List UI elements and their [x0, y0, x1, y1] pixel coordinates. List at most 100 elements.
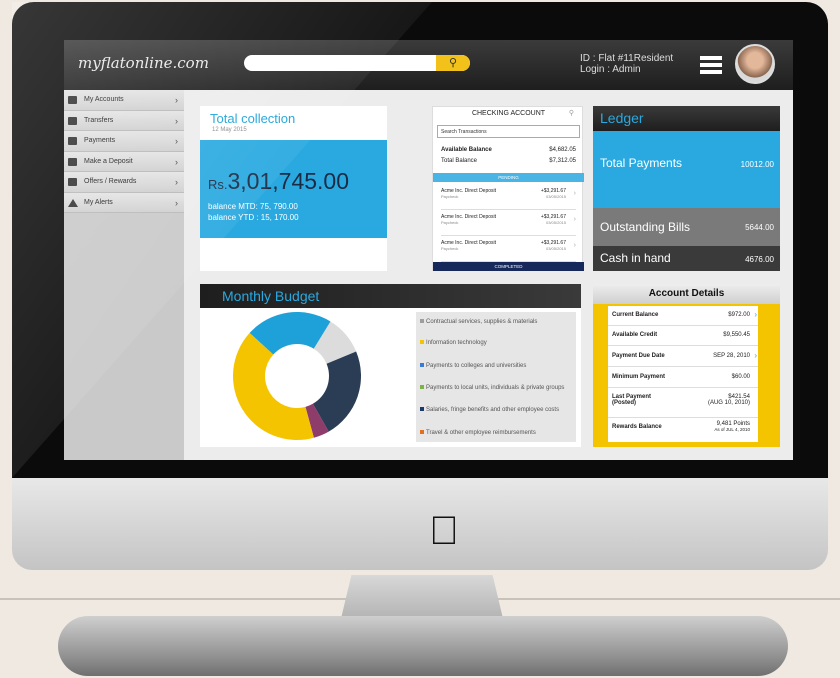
transaction-row[interactable]: Acme Inc. Direct Deposit Paycheck +$3,29… — [441, 236, 576, 262]
chevron-right-icon: › — [175, 177, 178, 187]
sidebar-item-offers-rewards[interactable]: Offers / Rewards › — [64, 172, 184, 193]
detail-row-current-balance[interactable]: Current Balance $972.00 › — [608, 306, 758, 326]
top-bar: myflatonline.com ⚲ ID : Flat #11Resident… — [64, 40, 793, 90]
chevron-right-icon: › — [573, 190, 576, 197]
desktop-scene:  myflatonline.com ⚲ ID : Flat #11Reside… — [0, 0, 840, 678]
detail-value: $9,550.45 — [723, 332, 750, 338]
sidebar-item-label: Payments — [84, 137, 116, 144]
ledger-label: Total Payments — [600, 156, 683, 170]
chevron-right-icon: › — [573, 216, 576, 223]
legend-label: Payments to colleges and universities — [426, 363, 527, 369]
detail-label: Current Balance — [612, 312, 659, 318]
card-date: 12 May 2015 — [212, 127, 247, 133]
ledger-row-outstanding-bills: Outstanding Bills 5644.00 — [593, 208, 780, 246]
ledger-label: Outstanding Bills — [600, 220, 691, 234]
balance-ytd: balance YTD : 15, 170.00 — [208, 213, 299, 222]
budget-donut-chart — [233, 312, 361, 440]
brand-logo[interactable]: myflatonline.com — [78, 54, 209, 72]
detail-label: Available Credit — [612, 332, 658, 338]
sidebar-item-payments[interactable]: Payments › — [64, 131, 184, 152]
chevron-right-icon: › — [175, 95, 178, 105]
chevron-right-icon: › — [175, 156, 178, 167]
legend-item: Contractual services, supplies & materia… — [420, 318, 574, 326]
transaction-date: 03/05/2015 — [545, 194, 566, 199]
transaction-amount-block: +$3,291.67 03/05/2015 — [541, 188, 566, 199]
transfer-icon — [68, 116, 77, 125]
checking-account-card: CHECKING ACCOUNT ⚲ Search Transactions A… — [432, 106, 584, 271]
pending-header: PENDING — [433, 173, 584, 182]
transaction-row[interactable]: Acme Inc. Direct Deposit Paycheck +$3,29… — [441, 210, 576, 236]
card-title: Account Details — [593, 284, 780, 304]
account-details-card: Account Details Current Balance $972.00 › … — [593, 284, 780, 447]
chevron-right-icon: › — [175, 115, 178, 126]
legend-label: Travel & other employee reimbursements — [426, 430, 536, 436]
legend-item: Payments to colleges and universities — [420, 362, 574, 370]
collection-panel: Rs.3,01,745.00 balance MTD: 75, 790.00 b… — [200, 140, 387, 238]
budget-legend: Contractual services, supplies & materia… — [416, 312, 576, 442]
total-balance-row: Total Balance $7,312.05 — [441, 158, 576, 164]
sidebar-item-make-a-deposit[interactable]: Make a Deposit › — [64, 151, 184, 172]
transaction-amount-block: +$3,291.67 03/05/2015 — [541, 240, 566, 251]
user-login: Login : Admin — [580, 64, 641, 75]
legend-item: Travel & other employee reimbursements — [420, 429, 574, 437]
avatar[interactable] — [735, 44, 775, 84]
detail-row-minimum-payment: Minimum Payment $60.00 — [608, 367, 758, 388]
currency-label: Rs. — [208, 177, 228, 192]
card-title: Ledger — [593, 106, 780, 131]
sidebar-item-label: My Alerts — [84, 198, 113, 206]
search-icon[interactable]: ⚲ — [569, 109, 574, 117]
user-info: ID : Flat #11Resident Login : Admin — [580, 53, 673, 75]
ledger-row-total-payments: Total Payments 10012.00 — [593, 131, 780, 208]
payments-icon — [68, 137, 77, 145]
ledger-value: 10012.00 — [740, 160, 774, 169]
detail-sub: (AUG 10, 2010) — [707, 400, 750, 406]
available-balance-value: $4,682.05 — [549, 147, 576, 153]
monthly-budget-card: Monthly Budget Contractual services, sup… — [200, 284, 581, 447]
chevron-right-icon: › — [754, 310, 757, 319]
detail-value-block: 9,481 Points As of JUL 4, 2010 — [714, 421, 750, 432]
search-icon[interactable]: ⚲ — [436, 55, 470, 71]
sidebar-item-label: Transfers — [84, 116, 114, 124]
legend-label: Salaries, fringe benefits and other empl… — [426, 407, 560, 413]
card-title: Total collection — [210, 111, 296, 126]
legend-item: Information technology — [420, 339, 574, 347]
account-details-list: Current Balance $972.00 › Available Credit… — [608, 306, 758, 442]
detail-value: SEP 28, 2010 — [713, 353, 750, 359]
screen: myflatonline.com ⚲ ID : Flat #11Resident… — [64, 40, 793, 460]
total-collection-card: Total collection 12 May 2015 Rs.3,01,745… — [200, 106, 387, 271]
sidebar: My Accounts › Transfers › Payments › Make a… — [64, 90, 184, 460]
balance-mtd: balance MTD: 75, 790.00 — [208, 202, 298, 211]
legend-label: Information technology — [426, 340, 487, 346]
available-balance-label: Available Balance — [441, 147, 492, 153]
sidebar-item-transfers[interactable]: Transfers › — [64, 110, 184, 131]
total-balance-label: Total Balance — [441, 158, 478, 164]
transaction-date: 03/05/2015 — [545, 246, 566, 251]
deposit-icon — [68, 157, 77, 166]
completed-header: COMPLETED — [433, 262, 584, 271]
available-balance-row: Available Balance $4,682.05 — [441, 147, 576, 153]
ledger-label: Cash in hand — [600, 251, 671, 265]
detail-row-payment-due-date[interactable]: Payment Due Date SEP 28, 2010 › — [608, 346, 758, 367]
collection-amount: Rs.3,01,745.00 — [208, 168, 349, 195]
sidebar-item-my-accounts[interactable]: My Accounts › — [64, 90, 184, 111]
ledger-row-cash-in-hand: Cash in hand 4676.00 — [593, 246, 780, 271]
detail-label: Payment Due Date — [612, 353, 665, 359]
transaction-search-input[interactable]: Search Transactions — [437, 125, 580, 138]
user-id: ID : Flat #11Resident — [580, 53, 674, 64]
warning-icon — [68, 198, 78, 207]
sidebar-item-my-alerts[interactable]: My Alerts › — [64, 192, 184, 213]
monitor-stand-base — [58, 616, 788, 676]
transaction-row[interactable]: Acme Inc. Direct Deposit Paycheck +$3,29… — [441, 184, 576, 210]
ledger-value: 5644.00 — [745, 223, 774, 232]
chevron-right-icon: › — [175, 136, 178, 146]
chevron-right-icon: › — [175, 197, 178, 208]
detail-label: Last Payment (Posted) — [612, 394, 652, 406]
detail-sub: As of JUL 4, 2010 — [714, 427, 750, 432]
hamburger-menu-icon[interactable] — [700, 56, 722, 74]
transaction-amount-block: +$3,291.67 03/05/2015 — [541, 214, 566, 225]
amount-main: 3,01,745. — [227, 168, 324, 194]
legend-item: Payments to local units, individuals & p… — [420, 384, 574, 392]
account-icon — [68, 96, 77, 104]
detail-label: Minimum Payment — [612, 374, 666, 380]
detail-row-rewards-balance: Rewards Balance 9,481 Points As of JUL 4, … — [608, 418, 758, 442]
